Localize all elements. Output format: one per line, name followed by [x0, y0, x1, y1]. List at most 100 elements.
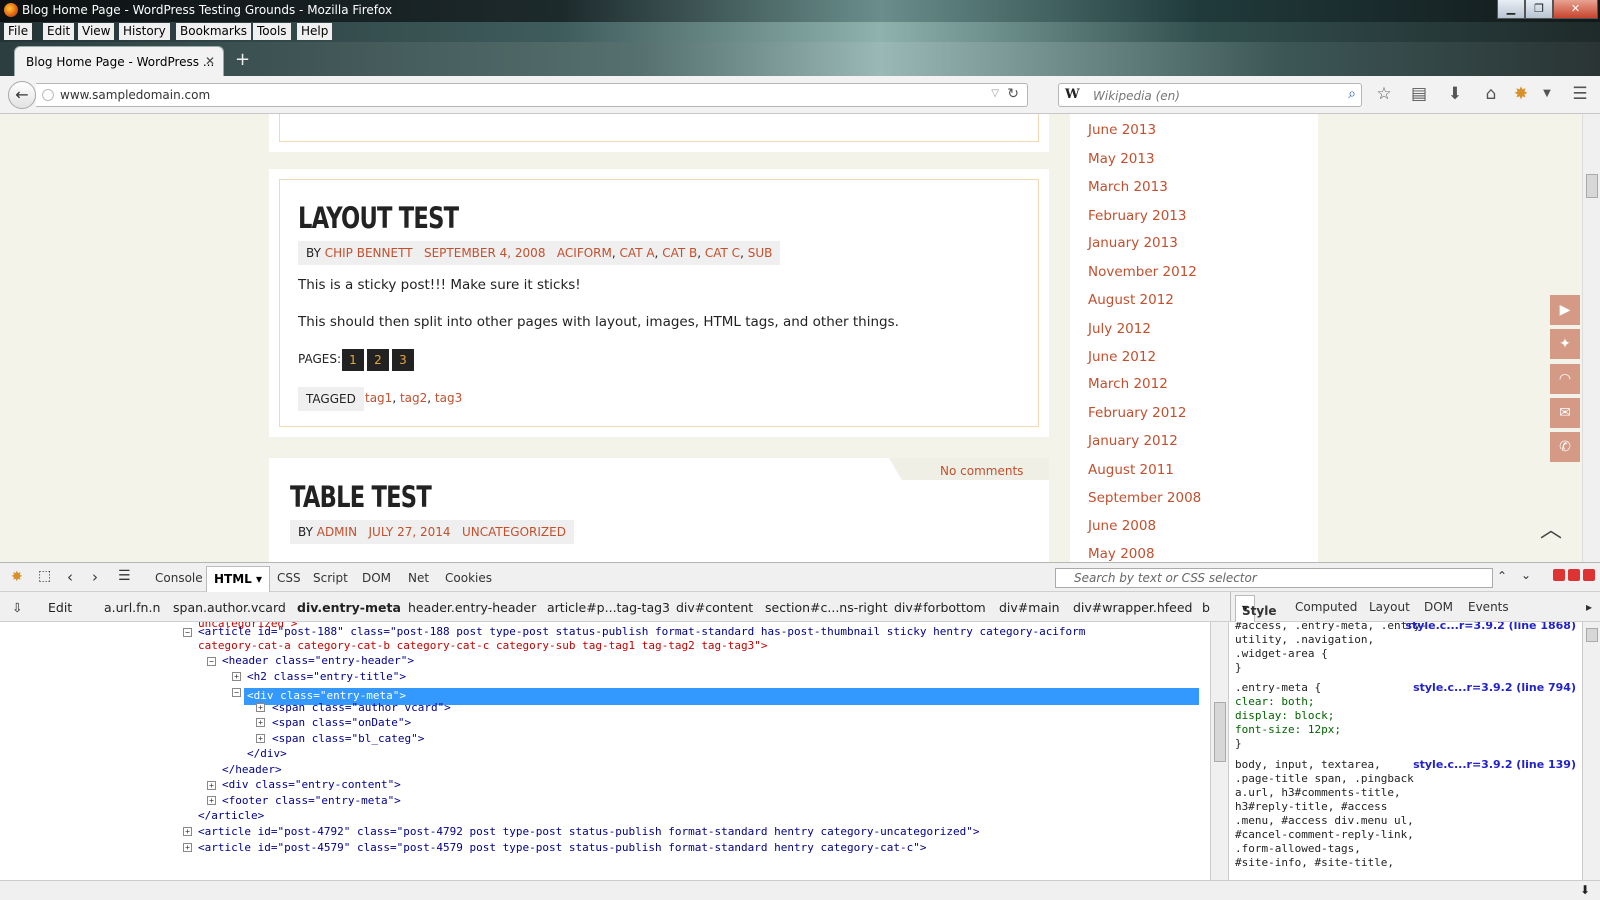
bookmark-star-icon[interactable]: ☆ — [1373, 84, 1395, 104]
inspect-icon[interactable]: ⬚ — [38, 568, 51, 584]
collapse-toggle-icon[interactable]: − — [207, 657, 216, 666]
breadcrumb-item[interactable]: div#wrapper.hfeed — [1073, 600, 1192, 615]
author-link[interactable]: ADMIN — [317, 525, 357, 539]
search-icon[interactable]: ⌕ — [1348, 86, 1356, 102]
archive-link[interactable]: March 2013 — [1088, 179, 1168, 195]
collapse-toggle-icon[interactable]: − — [183, 628, 192, 637]
css-source-link[interactable]: style.c...r=3.9.2 (line 1868) — [1405, 622, 1576, 632]
breadcrumb-item[interactable]: a.url.fn.n — [104, 600, 160, 615]
tag-link[interactable]: tag1 — [365, 391, 392, 405]
menu-tools[interactable]: Tools — [253, 23, 291, 40]
menu-history[interactable]: History — [119, 23, 170, 40]
expand-toggle-icon[interactable]: + — [183, 827, 192, 836]
url-bar[interactable]: www.sampledomain.com ▽ ↻ — [36, 83, 1028, 107]
date-link[interactable]: JULY 27, 2014 — [369, 525, 451, 539]
archive-link[interactable]: February 2012 — [1088, 405, 1186, 421]
archive-link[interactable]: November 2012 — [1088, 264, 1197, 280]
tab-dom[interactable]: DOM — [362, 571, 391, 585]
command-line-icon[interactable]: ☰ — [118, 568, 131, 584]
twitter-icon[interactable]: ✦ — [1550, 329, 1580, 359]
breadcrumb-item[interactable]: section#c...ns-right — [765, 600, 888, 615]
html-line[interactable]: <span class="bl_categ"> — [272, 731, 424, 747]
category-link[interactable]: UNCATEGORIZED — [462, 525, 566, 539]
archive-link[interactable]: May 2013 — [1088, 151, 1155, 167]
menu-file[interactable]: File — [4, 23, 33, 40]
search-prev-icon[interactable]: ⌃ — [1497, 569, 1507, 583]
css-source-link[interactable]: style.c...r=3.9.2 (line 794) — [1413, 681, 1576, 694]
category-link[interactable]: CAT A — [620, 246, 655, 260]
post-title[interactable]: LAYOUT TEST — [298, 201, 459, 235]
restore-button[interactable]: ❐ — [1525, 0, 1553, 19]
tag-link[interactable]: tag3 — [435, 391, 462, 405]
search-engine-icon[interactable]: W — [1065, 87, 1080, 102]
browser-tab[interactable]: Blog Home Page - WordPress ... ✕ — [14, 46, 224, 76]
tab-cookies[interactable]: Cookies — [445, 571, 492, 585]
tab-console[interactable]: Console — [155, 571, 203, 585]
html-line[interactable]: <article id="post-4792" class="post-4792… — [198, 824, 979, 840]
html-pane-scrollbar-thumb[interactable] — [1214, 702, 1226, 762]
forward-icon[interactable]: › — [92, 568, 98, 586]
new-tab-button[interactable]: + — [235, 49, 250, 70]
panel-overflow-icon[interactable]: ▸ — [1586, 600, 1592, 614]
firebug-icon[interactable]: ✸ — [1510, 84, 1532, 104]
menu-help[interactable]: Help — [297, 23, 333, 40]
minimize-firebug-icon[interactable] — [1553, 569, 1565, 581]
download-status-icon[interactable]: ⬇ — [1580, 883, 1590, 897]
expand-toggle-icon[interactable]: + — [232, 672, 241, 681]
category-link[interactable]: ACIFORM — [557, 246, 612, 260]
minimize-button[interactable]: ▁ — [1497, 0, 1525, 19]
expand-toggle-icon[interactable]: + — [183, 843, 192, 852]
archive-link[interactable]: July 2012 — [1088, 321, 1151, 337]
bookmarks-menu-icon[interactable]: ▤ — [1408, 84, 1430, 104]
close-window-button[interactable]: ✕ — [1553, 0, 1598, 19]
breadcrumb-item[interactable]: div#forbottom — [894, 600, 986, 615]
breadcrumb-item[interactable]: header.entry-header — [408, 600, 536, 615]
html-line[interactable]: <div class="entry-content"> — [222, 777, 401, 793]
page-link-3[interactable]: 3 — [392, 349, 414, 371]
html-line[interactable]: <span class="author vcard"> — [272, 700, 451, 716]
css-source-link[interactable]: style.c...r=3.9.2 (line 139) — [1413, 758, 1576, 771]
html-line[interactable]: <footer class="entry-meta"> — [222, 793, 401, 809]
html-pane-scrollbar[interactable] — [1210, 622, 1228, 880]
expand-toggle-icon[interactable]: + — [256, 703, 265, 712]
archive-link[interactable]: September 2008 — [1088, 490, 1201, 506]
tab-side-dom[interactable]: DOM — [1424, 600, 1453, 614]
css-rule-line[interactable]: display: block; — [1235, 709, 1334, 723]
breadcrumb-item[interactable]: div#main — [999, 600, 1060, 615]
breadcrumb-item[interactable]: article#p...tag-tag3 — [547, 600, 670, 615]
style-pane-scrollbar-thumb[interactable] — [1586, 628, 1598, 642]
mail-icon[interactable]: ✉ — [1550, 398, 1580, 428]
category-link[interactable]: CAT C — [705, 246, 740, 260]
reload-icon[interactable]: ↻ — [1007, 86, 1019, 102]
archive-link[interactable]: August 2012 — [1088, 292, 1174, 308]
category-link[interactable]: SUB — [748, 246, 773, 260]
hamburger-menu-icon[interactable]: ☰ — [1569, 84, 1591, 104]
page-link-2[interactable]: 2 — [367, 349, 389, 371]
back-icon[interactable]: ‹ — [67, 568, 73, 586]
archive-link[interactable]: June 2012 — [1088, 349, 1156, 365]
tab-html[interactable]: HTML ▾ — [206, 566, 271, 593]
tab-script[interactable]: Script — [313, 571, 348, 585]
category-link[interactable]: CAT B — [662, 246, 697, 260]
back-button[interactable]: ← — [8, 81, 36, 109]
tab-layout[interactable]: Layout — [1369, 600, 1410, 614]
phone-icon[interactable]: ✆ — [1550, 432, 1580, 462]
tab-events[interactable]: Events — [1468, 600, 1509, 614]
breadcrumb-item[interactable]: b — [1202, 600, 1210, 615]
firebug-menu-icon[interactable]: ✸ — [11, 569, 23, 585]
collapse-toggle-icon[interactable]: − — [232, 688, 241, 697]
tab-close-icon[interactable]: ✕ — [205, 54, 215, 68]
html-line[interactable]: <h2 class="entry-title"> — [247, 669, 406, 685]
expand-toggle-icon[interactable]: + — [207, 781, 216, 790]
home-icon[interactable]: ⌂ — [1480, 84, 1502, 104]
firebug-search-input[interactable]: Search by text or CSS selector — [1055, 568, 1493, 588]
youtube-icon[interactable]: ▶ — [1550, 295, 1580, 325]
expand-toggle-icon[interactable]: + — [256, 734, 265, 743]
edit-button[interactable]: Edit — [48, 600, 72, 615]
search-bar[interactable]: W Wikipedia (en) ⌕ — [1058, 83, 1362, 107]
tab-net[interactable]: Net — [408, 571, 429, 585]
archive-link[interactable]: January 2013 — [1088, 235, 1178, 251]
archive-link[interactable]: March 2012 — [1088, 376, 1168, 392]
detach-firebug-icon[interactable] — [1568, 569, 1580, 581]
expand-toggle-icon[interactable]: + — [256, 718, 265, 727]
